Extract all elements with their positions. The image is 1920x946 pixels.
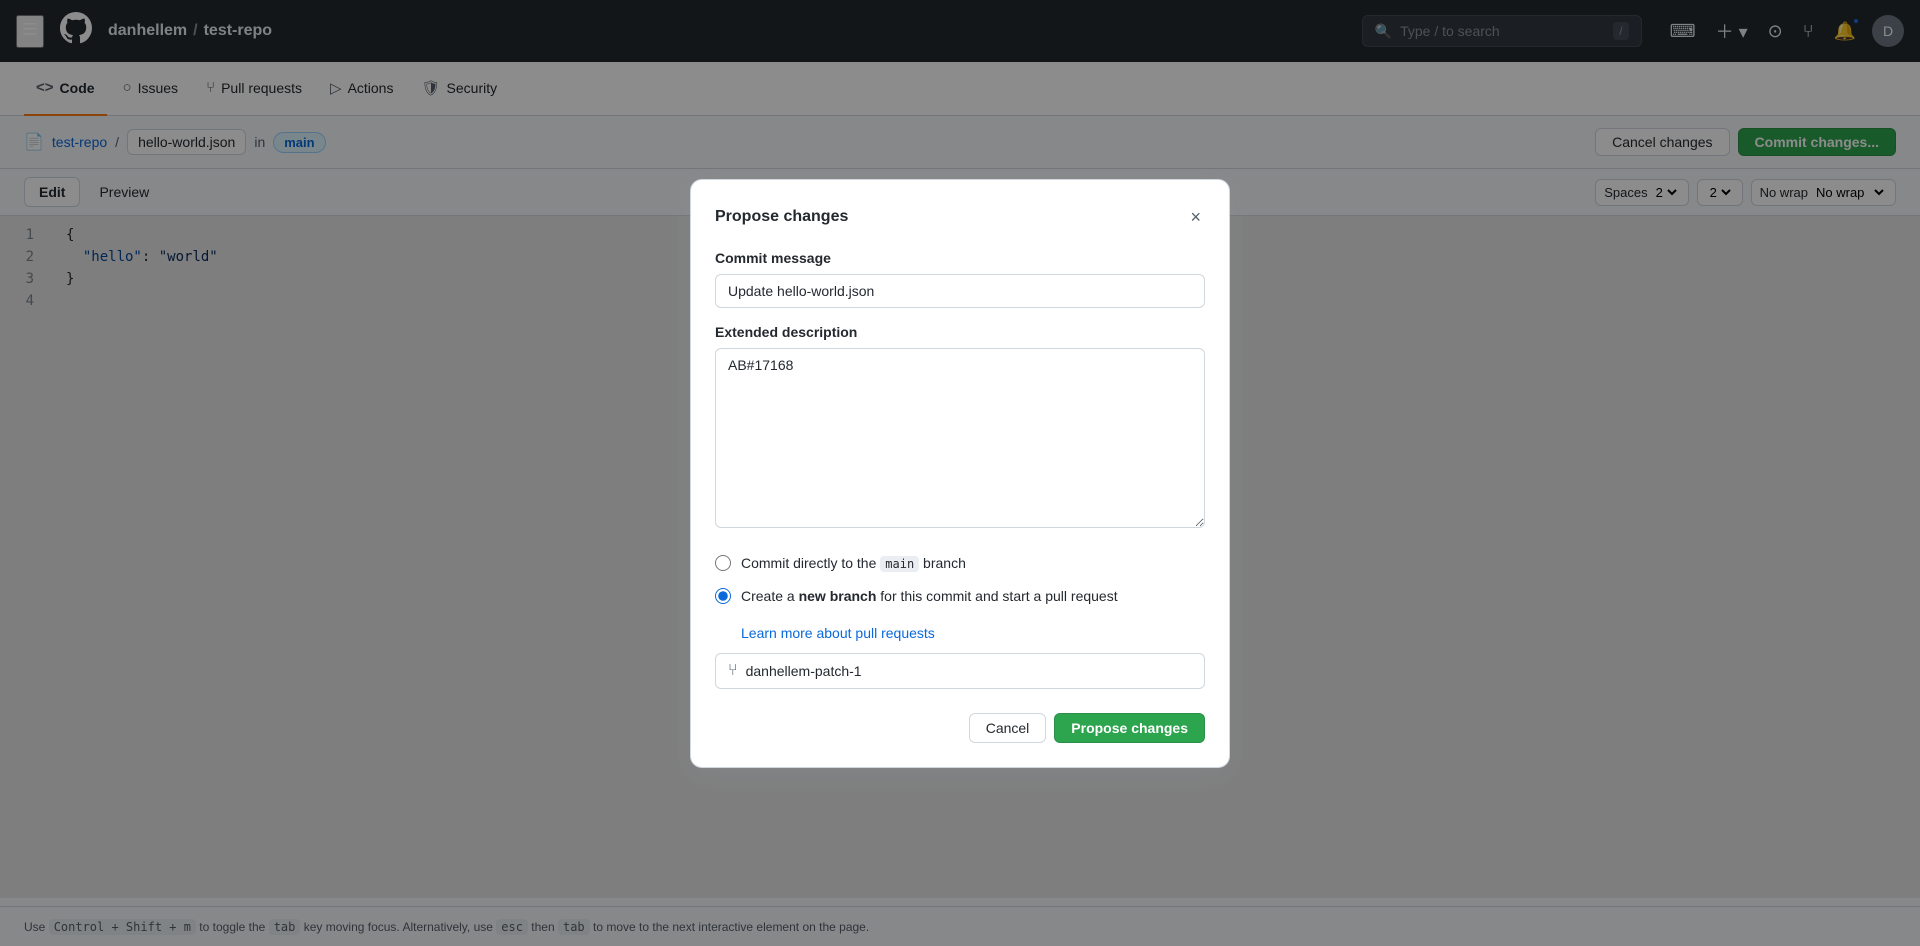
branch-icon: ⑂ <box>728 662 738 680</box>
learn-more-link[interactable]: Learn more about pull requests <box>741 625 1205 641</box>
option-direct-commit[interactable]: Commit directly to the main branch <box>715 547 1205 580</box>
option-direct-label: Commit directly to the main branch <box>741 553 966 574</box>
branch-name-field[interactable]: ⑂ <box>715 653 1205 689</box>
propose-changes-button[interactable]: Propose changes <box>1054 713 1205 743</box>
propose-changes-modal: Propose changes × Commit message Extende… <box>690 179 1230 768</box>
branch-name-input[interactable] <box>746 663 1192 679</box>
modal-title: Propose changes <box>715 208 848 226</box>
radio-new-branch[interactable] <box>715 588 731 604</box>
modal-footer: Cancel Propose changes <box>715 709 1205 743</box>
commit-message-input[interactable] <box>715 274 1205 308</box>
commit-message-label: Commit message <box>715 250 1205 266</box>
modal-cancel-button[interactable]: Cancel <box>969 713 1047 743</box>
option-new-branch-label: Create a new branch for this commit and … <box>741 586 1118 607</box>
main-branch-code: main <box>880 556 919 572</box>
commit-options: Commit directly to the main branch Creat… <box>715 547 1205 613</box>
option-new-branch[interactable]: Create a new branch for this commit and … <box>715 580 1205 613</box>
radio-direct[interactable] <box>715 555 731 571</box>
extended-description-textarea[interactable]: AB#17168 <box>715 348 1205 528</box>
modal-overlay: Propose changes × Commit message Extende… <box>0 0 1920 946</box>
new-branch-strong: new branch <box>799 588 877 604</box>
modal-header: Propose changes × <box>715 204 1205 230</box>
extended-description-label: Extended description <box>715 324 1205 340</box>
modal-close-button[interactable]: × <box>1186 204 1205 230</box>
